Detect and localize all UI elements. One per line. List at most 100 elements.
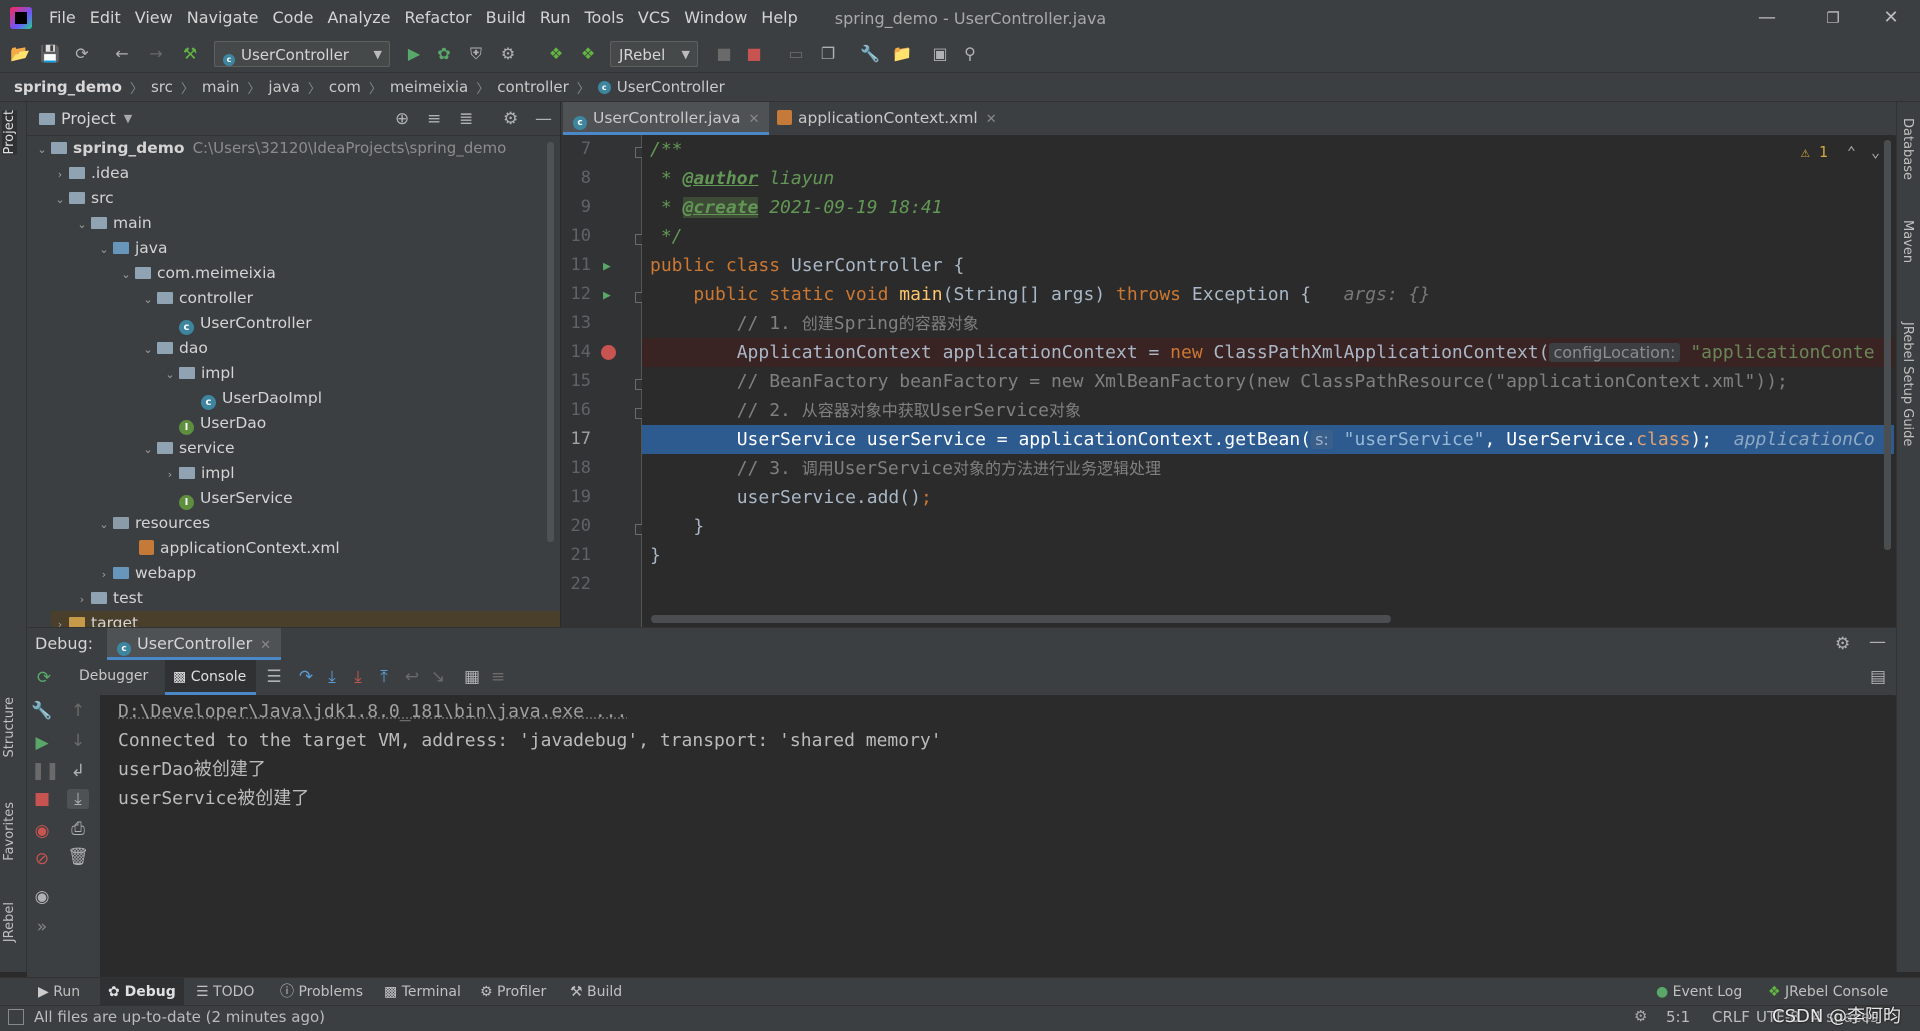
expand-all-icon[interactable]: ≡ (427, 109, 441, 129)
project-structure-icon[interactable]: 📁 (892, 44, 912, 64)
forward-arrow-icon[interactable]: → (146, 44, 166, 64)
run-gutter-icon[interactable]: ▶ (603, 259, 611, 274)
restore-icon[interactable]: ❐ (1810, 0, 1856, 36)
breakpoint-icon[interactable] (601, 345, 616, 360)
tree-item[interactable]: ⌄ java (95, 236, 167, 261)
build-hammer-icon[interactable]: ⚒ (180, 44, 200, 64)
back-arrow-icon[interactable]: ← (112, 44, 132, 64)
chevron-down-icon[interactable]: ▼ (124, 112, 132, 125)
console-output[interactable]: D:\Developer\Java\jdk1.8.0_181\bin\java.… (100, 695, 1894, 977)
resume-icon[interactable]: ▶ (31, 733, 53, 753)
tree-item[interactable]: ⌄ dao (139, 336, 207, 361)
coverage-icon[interactable]: ⛨ (466, 44, 486, 64)
tree-item[interactable]: › test (73, 586, 143, 611)
tree-item[interactable]: c UserDaoImpl (201, 386, 322, 411)
stop-icon[interactable]: ■ (31, 789, 53, 809)
jrebel-debug-icon[interactable]: ❖ (578, 44, 598, 64)
crumb-controller[interactable]: controller (497, 78, 569, 96)
menu-window[interactable]: Window (677, 0, 754, 36)
git-status-icon[interactable]: ⚙ (1634, 1007, 1647, 1025)
drop-frame-icon[interactable]: ↩ (401, 667, 423, 687)
pause-icon[interactable]: ❚❚ (31, 761, 60, 781)
tool-tab-build[interactable]: ⚒ Build (562, 978, 630, 1006)
trash-icon[interactable]: 🗑 (67, 847, 89, 867)
scroll-to-end-icon[interactable]: ⤓ (67, 789, 89, 809)
down-arrow-icon[interactable]: ↓ (67, 731, 89, 751)
close-tab-icon[interactable]: ✕ (986, 112, 997, 127)
caret-position[interactable]: 5:1 (1666, 1008, 1690, 1026)
close-tab-icon[interactable]: ✕ (260, 638, 271, 653)
tool-tab-problems[interactable]: ⓘ Problems (272, 978, 371, 1006)
minimize-icon[interactable]: — (1744, 0, 1790, 36)
locate-icon[interactable]: ⊕ (395, 109, 409, 129)
tree-item[interactable]: › .idea (51, 161, 129, 186)
editor-vertical-scrollbar[interactable] (1884, 140, 1891, 550)
crumb-project[interactable]: spring_demo (14, 78, 122, 96)
tree-item[interactable]: I UserService (179, 486, 293, 511)
tree-item[interactable]: ⌄ com.meimeixia (117, 261, 276, 286)
tab-application-context[interactable]: applicationContext.xml ✕ (767, 102, 1007, 135)
tree-item[interactable]: applicationContext.xml (139, 536, 340, 561)
tree-item[interactable]: ⌄ main (73, 211, 151, 236)
step-into-icon[interactable]: ⤓ (321, 667, 343, 687)
mute-breakpoints-icon[interactable]: ⊘ (31, 849, 53, 869)
camera-icon[interactable]: ◉ (31, 887, 53, 907)
menu-navigate[interactable]: Navigate (180, 0, 266, 36)
editor-horizontal-scrollbar[interactable] (651, 615, 1391, 623)
device-icon[interactable]: ▭ (786, 44, 806, 64)
menu-run[interactable]: Run (533, 0, 578, 36)
step-over-icon[interactable]: ↷ (295, 667, 317, 687)
tab-console[interactable]: ▩ Console (165, 660, 257, 695)
jrebel-select[interactable]: JRebel ▼ (610, 41, 698, 67)
debug-bug-icon[interactable]: ✿ (434, 44, 454, 64)
collapse-all-icon[interactable]: ≣ (459, 109, 473, 129)
tool-tab-terminal[interactable]: ▩ Terminal (376, 978, 469, 1006)
layout-icon[interactable]: ▤ (1867, 667, 1889, 687)
toggle-panel-icon[interactable] (8, 1009, 24, 1025)
menu-file[interactable]: File (42, 0, 83, 36)
tree-item[interactable]: › impl (161, 461, 235, 486)
sdk-icon[interactable]: ❐ (818, 44, 838, 64)
tab-usercontroller[interactable]: c UserController.java ✕ (563, 102, 770, 135)
stripe-database-tab[interactable]: Database (1900, 118, 1915, 180)
tree-item[interactable]: › webapp (95, 561, 196, 586)
tool-tab-debug[interactable]: ✿ Debug (100, 978, 184, 1006)
crumb-src[interactable]: src (151, 78, 173, 96)
tree-item[interactable]: ⌄ src (51, 186, 113, 211)
hide-icon[interactable]: — (535, 109, 552, 129)
menu-build[interactable]: Build (479, 0, 533, 36)
tree-item[interactable]: I UserDao (179, 411, 266, 436)
stripe-favorites-tab[interactable]: Favorites (2, 802, 17, 861)
crumb-usercontroller[interactable]: UserController (617, 78, 725, 96)
tree-scrollbar[interactable] (547, 142, 554, 542)
tree-item[interactable]: › target (51, 611, 560, 627)
tab-debugger[interactable]: Debugger (79, 668, 148, 684)
intellij-logo-icon[interactable] (10, 7, 32, 29)
rerun-icon[interactable]: ■ (714, 44, 734, 64)
save-icon[interactable]: 💾 (40, 44, 60, 64)
crumb-java[interactable]: java (268, 78, 299, 96)
menu-edit[interactable]: Edit (83, 0, 128, 36)
tool-tab-profiler[interactable]: ⚙ Profiler (472, 978, 554, 1006)
menu-help[interactable]: Help (754, 0, 804, 36)
console-line[interactable]: D:\Developer\Java\jdk1.8.0_181\bin\java.… (118, 697, 627, 726)
project-view-select[interactable]: Project (61, 109, 116, 128)
wrench-icon[interactable]: 🔧 (860, 44, 880, 64)
threads-icon[interactable]: ☰ (263, 667, 285, 687)
code-editor[interactable]: ⚠ 1 ⌃ ⌄ /** * @author liayun * @create 2… (642, 135, 1894, 627)
profile-icon[interactable]: ⚙ (498, 44, 518, 64)
run-icon[interactable]: ▶ (404, 44, 424, 64)
sync-icon[interactable]: ⟳ (72, 44, 92, 64)
run-to-cursor-icon[interactable]: ↘ (427, 667, 449, 687)
crumb-com[interactable]: com (329, 78, 361, 96)
force-step-into-icon[interactable]: ⤓ (347, 667, 369, 687)
tool-tab-event-log[interactable]: ● Event Log (1648, 978, 1750, 1006)
tree-item[interactable]: ⌄ controller (139, 286, 253, 311)
search-icon[interactable]: ⚲ (960, 44, 980, 64)
trace-icon[interactable]: ≡ (487, 667, 509, 687)
stripe-structure-tab[interactable]: Structure (2, 697, 17, 757)
gear-icon[interactable]: ⚙ (1835, 634, 1850, 654)
menu-code[interactable]: Code (266, 0, 321, 36)
soft-wrap-icon[interactable]: ↲ (67, 761, 89, 781)
run-gutter-icon[interactable]: ▶ (603, 288, 611, 303)
